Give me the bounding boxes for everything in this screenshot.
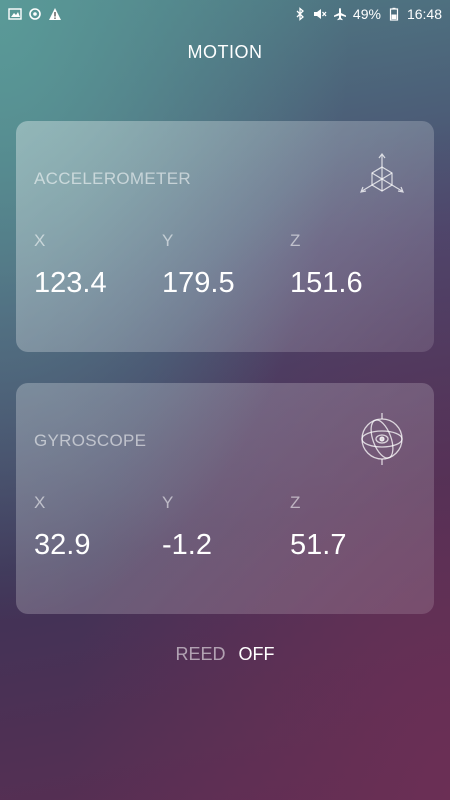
bluetooth-icon (293, 7, 307, 21)
airplane-icon (333, 7, 347, 21)
gyroscope-icon (354, 411, 410, 467)
clock: 16:48 (406, 6, 442, 22)
gyroscope-x-value: 32.9 (34, 529, 91, 561)
status-bar-right: 49% 16:48 (293, 6, 442, 22)
accelerometer-x-value: 123.4 (34, 267, 107, 299)
battery-percentage: 49% (352, 6, 381, 22)
gyroscope-title: GYROSCOPE (34, 431, 147, 450)
axis-z-label: Z (290, 493, 301, 512)
page-title: MOTION (187, 42, 263, 62)
mute-icon (313, 7, 327, 21)
accelerometer-card: ACCELEROMETER X Y Z 123.4 179.5 151.6 (16, 121, 434, 352)
battery-icon (387, 7, 401, 21)
status-bar-left (8, 7, 62, 21)
accelerometer-title: ACCELEROMETER (34, 169, 191, 188)
gyroscope-z-value: 51.7 (290, 529, 347, 561)
axis-z-label: Z (290, 231, 301, 250)
accelerometer-z-value: 151.6 (290, 267, 363, 299)
cube-axes-icon (354, 149, 410, 205)
axis-x-label: X (34, 493, 46, 512)
sync-icon (28, 7, 42, 21)
axis-y-label: Y (162, 493, 174, 512)
axis-x-label: X (34, 231, 46, 250)
reed-value: OFF (238, 644, 275, 664)
axis-y-label: Y (162, 231, 174, 250)
image-icon (8, 7, 22, 21)
warning-icon (48, 7, 62, 21)
reed-label: REED (175, 644, 226, 664)
reed-status: REED OFF (0, 644, 450, 665)
gyroscope-y-value: -1.2 (162, 529, 212, 561)
gyroscope-card: GYROSCOPE X Y Z 32.9 -1.2 51.7 (16, 383, 434, 614)
accelerometer-y-value: 179.5 (162, 267, 235, 299)
status-bar: 49% 16:48 (0, 0, 450, 28)
